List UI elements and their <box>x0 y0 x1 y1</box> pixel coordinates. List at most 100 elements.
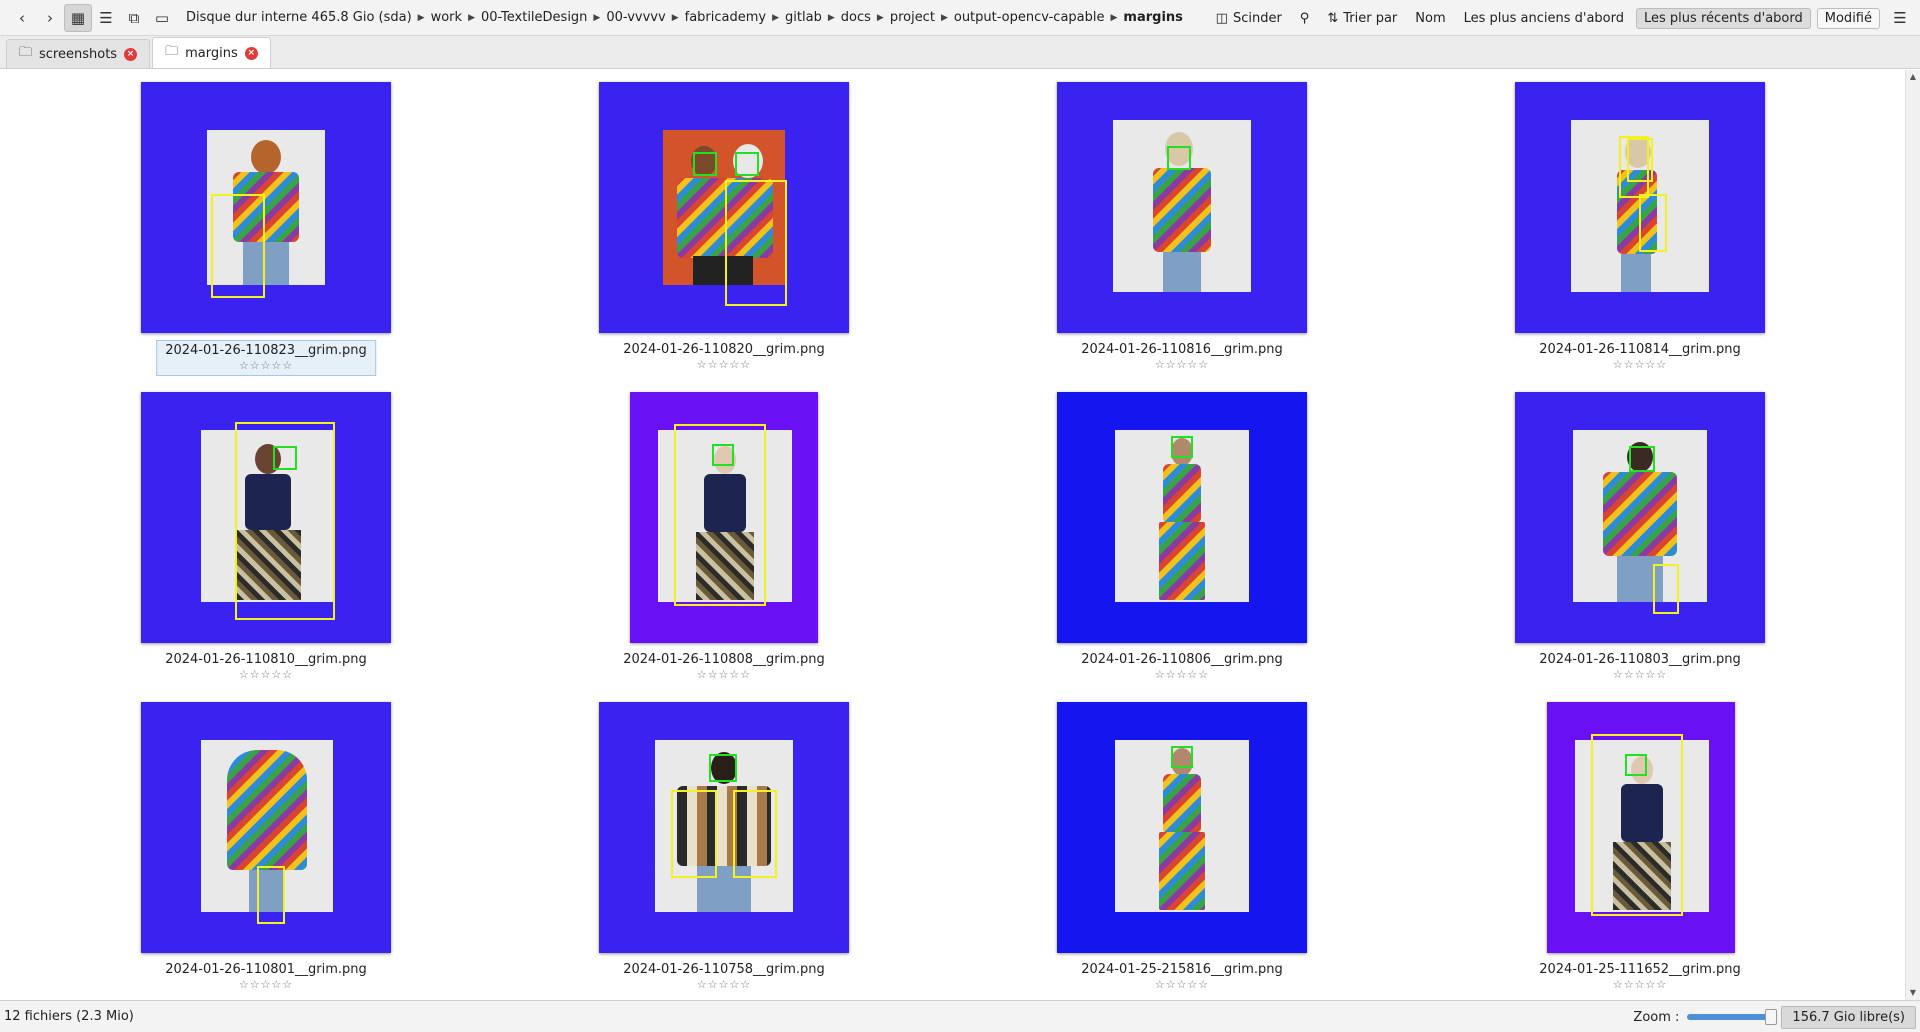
rating-stars[interactable]: ☆☆☆☆☆ <box>1081 358 1283 371</box>
file-item[interactable]: 2024-01-26-110823__grim.png ☆☆☆☆☆ <box>37 82 495 392</box>
toolbar: ‹ › ▦ ☰ ⧉ ▭ Disque dur interne 465.8 Gio… <box>0 0 1920 36</box>
file-name: 2024-01-26-110806__grim.png <box>1081 652 1283 667</box>
thumbnail[interactable] <box>630 392 818 643</box>
zoom-slider-handle[interactable] <box>1765 1009 1778 1025</box>
file-caption[interactable]: 2024-01-25-215816__grim.png ☆☆☆☆☆ <box>1073 960 1291 994</box>
split-button[interactable]: ◫ Scinder <box>1210 11 1288 26</box>
list-view-icon[interactable]: ☰ <box>92 4 120 32</box>
drive-icon[interactable]: ▭ <box>148 4 176 32</box>
scroll-down-icon[interactable]: ▼ <box>1906 986 1920 1000</box>
file-caption[interactable]: 2024-01-26-110801__grim.png ☆☆☆☆☆ <box>157 960 375 994</box>
sort-newest-button[interactable]: Les plus récents d'abord <box>1636 7 1811 29</box>
file-name: 2024-01-26-110803__grim.png <box>1539 652 1741 667</box>
hamburger-menu-icon[interactable]: ☰ <box>1886 4 1914 32</box>
chevron-right-icon: ▶ <box>940 12 948 23</box>
figure-dress-skirt <box>1159 832 1205 910</box>
chevron-right-icon: ▶ <box>671 12 679 23</box>
thumbnail[interactable] <box>141 702 391 953</box>
breadcrumb-item[interactable]: docs <box>837 10 875 25</box>
sort-label: Trier par <box>1343 10 1398 26</box>
rating-stars[interactable]: ☆☆☆☆☆ <box>165 978 367 991</box>
breadcrumb-item[interactable]: project <box>886 10 939 25</box>
file-caption[interactable]: 2024-01-26-110758__grim.png ☆☆☆☆☆ <box>615 960 833 994</box>
file-item[interactable]: 2024-01-26-110820__grim.png ☆☆☆☆☆ <box>495 82 953 392</box>
rating-stars[interactable]: ☆☆☆☆☆ <box>165 359 367 372</box>
body-detection-box <box>1639 194 1667 252</box>
back-icon[interactable]: ‹ <box>8 4 36 32</box>
breadcrumb-item[interactable]: output-opencv-capable <box>950 10 1109 25</box>
compact-view-icon[interactable]: ⧉ <box>120 4 148 32</box>
file-caption[interactable]: 2024-01-26-110806__grim.png ☆☆☆☆☆ <box>1073 650 1291 684</box>
rating-stars[interactable]: ☆☆☆☆☆ <box>165 668 367 681</box>
rating-stars[interactable]: ☆☆☆☆☆ <box>1539 978 1741 991</box>
breadcrumb-item[interactable]: fabricademy <box>681 10 770 25</box>
file-item[interactable]: 2024-01-26-110806__grim.png ☆☆☆☆☆ <box>953 392 1411 702</box>
file-caption[interactable]: 2024-01-26-110814__grim.png ☆☆☆☆☆ <box>1531 340 1749 374</box>
body-detection-box <box>725 180 787 306</box>
sort-modified-button[interactable]: Modifié <box>1816 7 1880 29</box>
file-name: 2024-01-25-111652__grim.png <box>1539 962 1741 977</box>
body-detection-box <box>1627 138 1653 182</box>
chevron-right-icon: ▶ <box>772 12 780 23</box>
file-item[interactable]: 2024-01-26-110810__grim.png ☆☆☆☆☆ <box>37 392 495 702</box>
thumbnail[interactable] <box>1057 392 1307 643</box>
file-caption[interactable]: 2024-01-26-110803__grim.png ☆☆☆☆☆ <box>1531 650 1749 684</box>
thumbnail[interactable] <box>1057 702 1307 953</box>
tab-label: screenshots <box>39 46 118 62</box>
thumbnail[interactable] <box>141 392 391 643</box>
thumbnail[interactable] <box>1515 82 1765 333</box>
breadcrumb-item[interactable]: gitlab <box>781 10 826 25</box>
file-item[interactable]: 2024-01-26-110801__grim.png ☆☆☆☆☆ <box>37 702 495 1012</box>
file-item[interactable]: 2024-01-25-215816__grim.png ☆☆☆☆☆ <box>953 702 1411 1012</box>
vertical-scrollbar[interactable]: ▲ ▼ <box>1905 70 1920 1000</box>
thumbnail[interactable] <box>1515 392 1765 643</box>
close-icon[interactable]: × <box>244 46 258 60</box>
folder-icon: 🗀 <box>165 44 179 59</box>
tab-label: margins <box>185 45 238 61</box>
file-item[interactable]: 2024-01-26-110816__grim.png ☆☆☆☆☆ <box>953 82 1411 392</box>
breadcrumb-item[interactable]: work <box>427 10 466 25</box>
file-item[interactable]: 2024-01-26-110808__grim.png ☆☆☆☆☆ <box>495 392 953 702</box>
sort-oldest-button[interactable]: Les plus anciens d'abord <box>1458 11 1630 26</box>
file-count: 12 fichiers (2.3 Mio) <box>4 1009 134 1024</box>
figure-hoodie <box>227 750 307 870</box>
rating-stars[interactable]: ☆☆☆☆☆ <box>623 668 825 681</box>
breadcrumb-item[interactable]: 00-TextileDesign <box>477 10 591 25</box>
folder-icon: 🗀 <box>19 45 33 60</box>
scroll-up-icon[interactable]: ▲ <box>1906 70 1920 84</box>
sort-menu-button[interactable]: ⇅ Trier par <box>1321 11 1403 26</box>
rating-stars[interactable]: ☆☆☆☆☆ <box>1539 668 1741 681</box>
tab-margins[interactable]: 🗀 margins × <box>152 37 271 68</box>
sort-name-button[interactable]: Nom <box>1409 11 1451 26</box>
rating-stars[interactable]: ☆☆☆☆☆ <box>1081 668 1283 681</box>
file-caption[interactable]: 2024-01-26-110808__grim.png ☆☆☆☆☆ <box>615 650 833 684</box>
rating-stars[interactable]: ☆☆☆☆☆ <box>623 978 825 991</box>
file-item[interactable]: 2024-01-25-111652__grim.png ☆☆☆☆☆ <box>1411 702 1869 1012</box>
file-caption[interactable]: 2024-01-26-110816__grim.png ☆☆☆☆☆ <box>1073 340 1291 374</box>
thumbnail[interactable] <box>1057 82 1307 333</box>
search-button[interactable]: ⚲ <box>1294 11 1316 26</box>
rating-stars[interactable]: ☆☆☆☆☆ <box>1081 978 1283 991</box>
file-item[interactable]: 2024-01-26-110758__grim.png ☆☆☆☆☆ <box>495 702 953 1012</box>
breadcrumb-item[interactable]: 00-vvvvv <box>602 10 669 25</box>
thumbnail[interactable] <box>599 82 849 333</box>
thumbnail[interactable] <box>599 702 849 953</box>
file-caption[interactable]: 2024-01-26-110810__grim.png ☆☆☆☆☆ <box>157 650 375 684</box>
close-icon[interactable]: × <box>124 47 138 61</box>
rating-stars[interactable]: ☆☆☆☆☆ <box>1539 358 1741 371</box>
icon-view-icon[interactable]: ▦ <box>64 3 92 32</box>
breadcrumb-item[interactable]: Disque dur interne 465.8 Gio (sda) <box>182 10 416 25</box>
rating-stars[interactable]: ☆☆☆☆☆ <box>623 358 825 371</box>
forward-icon[interactable]: › <box>36 4 64 32</box>
thumbnail[interactable] <box>141 82 391 333</box>
chevron-right-icon: ▶ <box>876 12 884 23</box>
thumbnail[interactable] <box>1547 702 1735 953</box>
file-caption[interactable]: 2024-01-26-110823__grim.png ☆☆☆☆☆ <box>156 340 376 376</box>
file-item[interactable]: 2024-01-26-110814__grim.png ☆☆☆☆☆ <box>1411 82 1869 392</box>
file-caption[interactable]: 2024-01-25-111652__grim.png ☆☆☆☆☆ <box>1531 960 1749 994</box>
breadcrumb-current[interactable]: margins <box>1119 10 1186 25</box>
zoom-slider[interactable] <box>1687 1009 1778 1025</box>
tab-screenshots[interactable]: 🗀 screenshots × <box>6 39 151 68</box>
file-item[interactable]: 2024-01-26-110803__grim.png ☆☆☆☆☆ <box>1411 392 1869 702</box>
file-caption[interactable]: 2024-01-26-110820__grim.png ☆☆☆☆☆ <box>615 340 833 374</box>
